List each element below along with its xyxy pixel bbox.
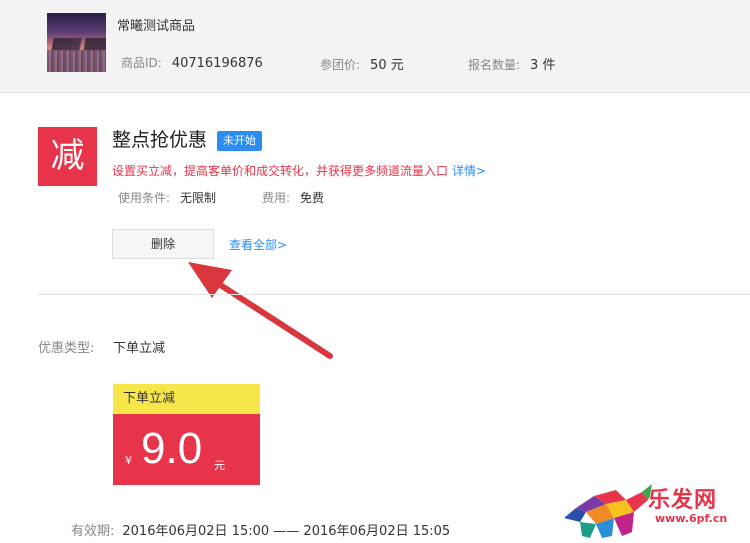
signup-quantity-label: 报名数量: — [468, 58, 521, 72]
product-header: 常曦测试商品 商品ID: 40716196876 参团价: 50 元 报名数量: 3 … — [0, 0, 750, 93]
details-link[interactable]: 详情> — [452, 164, 486, 178]
discount-icon: 减 — [38, 127, 97, 186]
usage-condition-value: 无限制 — [180, 191, 217, 205]
coupon-amount: 9.0 — [141, 424, 203, 473]
promotion-title: 整点抢优惠 — [112, 129, 208, 151]
usage-condition: 使用条件: 无限制 — [118, 189, 216, 206]
fee-label: 费用: — [262, 191, 291, 205]
product-name[interactable]: 常曦测试商品 — [117, 15, 195, 34]
fee-value: 免费 — [300, 191, 325, 205]
status-badge: 未开始 — [217, 131, 262, 151]
discount-type-value: 下单立减 — [113, 341, 166, 356]
fee: 费用: 免费 — [262, 189, 324, 206]
validity-label: 有效期: — [71, 524, 115, 539]
usage-condition-label: 使用条件: — [118, 191, 171, 205]
coupon-amount-area: ¥ 9.0 元 — [113, 414, 260, 485]
product-id-value: 40716196876 — [171, 56, 263, 71]
validity-period: 有效期: 2016年06月02日 15:00 —— 2016年06月02日 15:… — [71, 520, 450, 539]
discount-type-label: 优惠类型: — [38, 341, 95, 356]
group-price-label: 参团价: — [320, 58, 361, 72]
delete-button[interactable]: 删除 — [112, 229, 214, 259]
coupon-title: 下单立减 — [113, 384, 260, 414]
view-all-link[interactable]: 查看全部> — [229, 236, 287, 253]
signup-quantity: 报名数量: 3 件 — [468, 54, 555, 73]
product-id-label: 商品ID: — [121, 56, 162, 70]
product-thumbnail[interactable] — [47, 13, 106, 72]
promotion-description-text: 设置买立减，提高客单价和成交转化，并获得更多频道流量入口 — [112, 164, 449, 178]
group-price-value: 50 元 — [370, 58, 404, 73]
group-price: 参团价: 50 元 — [320, 54, 404, 73]
watermark-brand: 乐发网 — [648, 487, 718, 513]
validity-value: 2016年06月02日 15:00 —— 2016年06月02日 15:05 — [122, 524, 451, 539]
currency-unit: 元 — [214, 459, 225, 472]
currency-symbol: ¥ — [125, 454, 132, 467]
promotion-description: 设置买立减，提高客单价和成交转化，并获得更多频道流量入口 详情> — [112, 162, 486, 179]
section-divider — [38, 294, 750, 295]
coupon-card: 下单立减 ¥ 9.0 元 — [113, 384, 260, 485]
signup-quantity-value: 3 件 — [530, 58, 556, 73]
product-id: 商品ID: 40716196876 — [121, 54, 263, 71]
watermark-url: www.6pf.cn — [655, 512, 728, 525]
